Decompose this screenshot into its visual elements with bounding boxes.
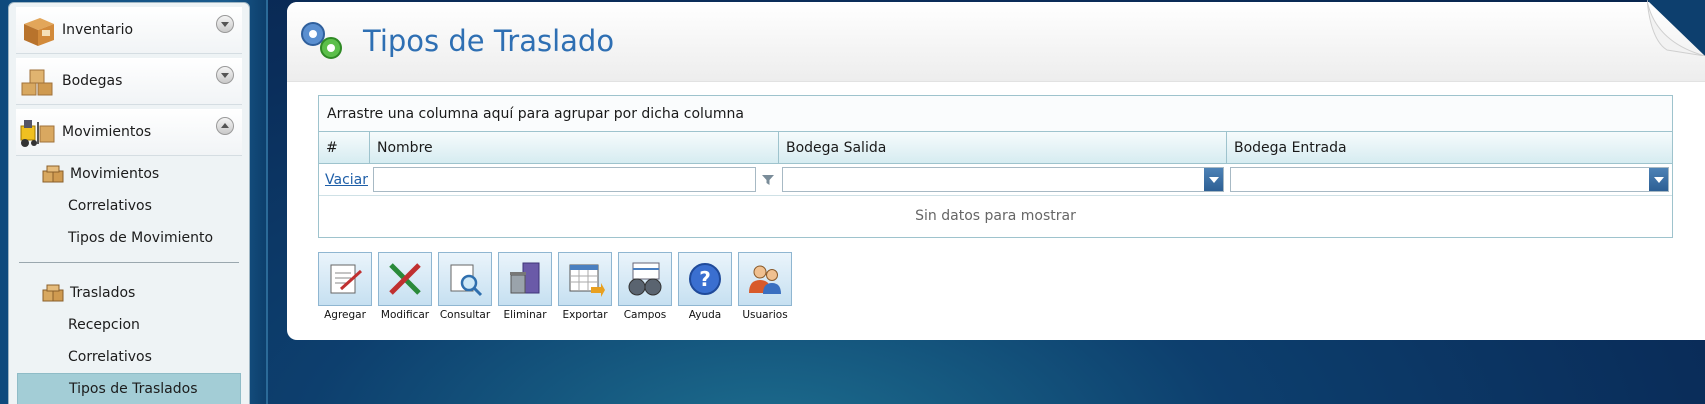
sidebar-item-traslados[interactable]: Traslados xyxy=(17,277,241,309)
delete-button[interactable]: Eliminar xyxy=(498,252,552,321)
boxes-icon xyxy=(21,69,53,96)
accordion-movimientos[interactable]: Movimientos xyxy=(16,109,242,156)
empty-data-message: Sin datos para mostrar xyxy=(915,208,1076,224)
sidebar-item-correlativos[interactable]: Correlativos xyxy=(17,190,241,222)
accordion-label: Movimientos xyxy=(62,124,152,140)
sidebar-item-label: Traslados xyxy=(70,285,136,301)
chevron-down-icon[interactable] xyxy=(1649,168,1668,191)
boxes-icon xyxy=(42,165,64,183)
sidebar-item-label: Tipos de Traslados xyxy=(69,381,198,397)
filter-bodega-salida-combo[interactable] xyxy=(782,167,1224,192)
action-toolbar: Agregar Modificar Consultar Eliminar Exp… xyxy=(318,252,792,321)
page-curl-decoration xyxy=(1647,0,1705,56)
add-document-icon xyxy=(330,264,363,294)
button-label: Ayuda xyxy=(688,309,722,321)
group-by-panel[interactable]: Arrastre una columna aquí para agrupar p… xyxy=(319,96,1672,132)
sidebar-item-label: Correlativos xyxy=(68,349,152,365)
fields-button[interactable]: Campos xyxy=(618,252,672,321)
clear-filter-link[interactable]: Vaciar xyxy=(322,172,368,188)
sidebar-item-label: Tipos de Movimiento xyxy=(68,230,214,246)
sidebar-item-label: Movimientos xyxy=(70,166,160,182)
binoculars-icon xyxy=(628,262,662,296)
content-panel: Tipos de Traslado Arrastre una columna a… xyxy=(287,0,1705,340)
export-button[interactable]: Exportar xyxy=(558,252,612,321)
consult-button[interactable]: Consultar xyxy=(438,252,492,321)
search-document-icon xyxy=(450,264,483,297)
button-label: Consultar xyxy=(439,309,491,321)
edit-pencil-icon xyxy=(389,263,421,295)
sidebar-item-correlativos[interactable]: Correlativos xyxy=(17,341,241,373)
chevron-down-icon[interactable] xyxy=(216,15,234,33)
column-header-bodega-entrada[interactable]: Bodega Entrada xyxy=(1227,132,1672,163)
page-title: Tipos de Traslado xyxy=(363,24,615,58)
button-label: Modificar xyxy=(380,309,430,321)
accordion-label: Inventario xyxy=(62,22,134,38)
sidebar-item-tipos-de-movimiento[interactable]: Tipos de Movimiento xyxy=(17,222,241,254)
boxes-icon xyxy=(42,284,64,302)
chevron-up-icon[interactable] xyxy=(216,117,234,135)
accordion-label: Bodegas xyxy=(62,73,123,89)
box-icon xyxy=(24,18,54,46)
svg-text:?: ? xyxy=(699,267,711,291)
column-header-nombre[interactable]: Nombre xyxy=(370,132,779,163)
filter-bodega-entrada-combo[interactable] xyxy=(1230,167,1669,192)
users-button[interactable]: Usuarios xyxy=(738,252,792,321)
filter-icon[interactable] xyxy=(760,172,776,188)
accordion-bodegas[interactable]: Bodegas xyxy=(16,58,242,105)
help-button[interactable]: ? Ayuda xyxy=(678,252,732,321)
forklift-icon xyxy=(20,120,55,147)
sidebar-item-label: Recepcion xyxy=(68,317,140,333)
button-label: Exportar xyxy=(562,309,608,321)
export-spreadsheet-icon xyxy=(569,264,605,297)
sidebar-item-label: Correlativos xyxy=(68,198,152,214)
button-label: Agregar xyxy=(324,309,366,321)
grid-header-row: # Nombre Bodega Salida Bodega Entrada xyxy=(319,132,1672,164)
accordion-inventario[interactable]: Inventario xyxy=(16,7,242,54)
sidebar-item-movimientos[interactable]: Movimientos xyxy=(17,158,241,190)
modify-button[interactable]: Modificar xyxy=(378,252,432,321)
sidebar-divider xyxy=(266,0,268,404)
grid-filter-row: Vaciar xyxy=(319,164,1672,196)
button-label: Campos xyxy=(623,309,667,321)
group-by-prompt: Arrastre una columna aquí para agrupar p… xyxy=(327,105,744,122)
chevron-down-icon[interactable] xyxy=(216,66,234,84)
add-button[interactable]: Agregar xyxy=(318,252,372,321)
chevron-down-icon[interactable] xyxy=(1204,168,1223,191)
gears-icon xyxy=(301,22,342,59)
sidebar: Inventario Bodegas Movimientos Movimient… xyxy=(8,2,250,404)
button-label: Eliminar xyxy=(503,309,547,321)
sidebar-item-recepcion[interactable]: Recepcion xyxy=(17,309,241,341)
trash-icon xyxy=(510,262,540,294)
button-label: Usuarios xyxy=(742,309,788,321)
data-grid: Arrastre una columna aquí para agrupar p… xyxy=(318,95,1673,238)
page-header: Tipos de Traslado xyxy=(287,0,1705,82)
help-icon: ? xyxy=(689,263,721,295)
sidebar-item-tipos-de-traslados[interactable]: Tipos de Traslados xyxy=(17,373,241,404)
divider xyxy=(19,262,239,263)
column-header-bodega-salida[interactable]: Bodega Salida xyxy=(779,132,1227,163)
filter-nombre-input[interactable] xyxy=(373,167,756,192)
users-icon xyxy=(749,265,781,294)
column-header-index[interactable]: # xyxy=(319,132,370,163)
